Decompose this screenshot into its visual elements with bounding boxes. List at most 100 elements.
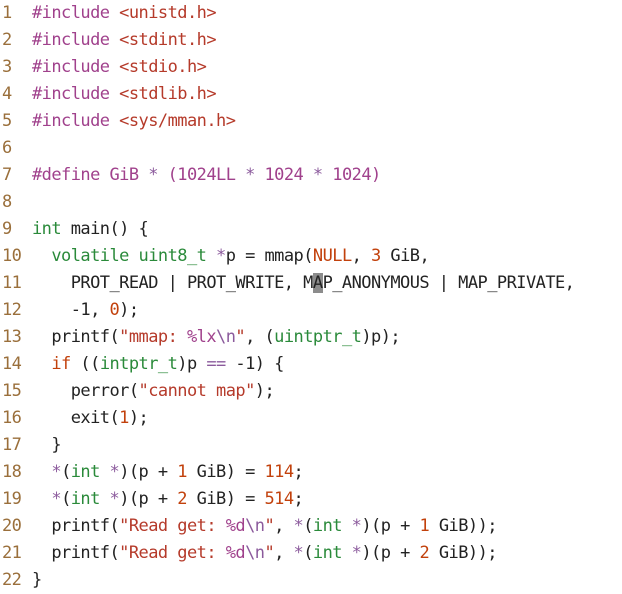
- line-number: 10: [2, 246, 22, 266]
- code-token: 0: [109, 300, 120, 320]
- code-text: }: [32, 432, 61, 459]
- code-token: }: [32, 435, 62, 455]
- code-token: 2: [419, 543, 430, 563]
- code-token: (: [61, 489, 71, 509]
- code-token: *: [51, 462, 62, 482]
- code-token: )(p +: [361, 543, 420, 563]
- code-token: )(p +: [119, 489, 178, 509]
- code-token: )p: [177, 354, 207, 374]
- code-token: ;: [293, 489, 304, 509]
- code-token: )(p +: [361, 516, 420, 536]
- line-number: 3: [2, 57, 12, 77]
- code-token: NULL: [312, 246, 352, 266]
- code-line[interactable]: 3 #include <stdio.h>: [0, 54, 207, 81]
- code-line[interactable]: 18 *(int *)(p + 1 GiB) = 114;: [0, 459, 304, 486]
- code-line[interactable]: 21 printf("Read get: %d\n", *(int *)(p +…: [0, 540, 497, 567]
- code-line[interactable]: 6: [0, 135, 32, 162]
- code-text: #define GiB * (1024LL * 1024 * 1024): [32, 162, 381, 189]
- code-line[interactable]: 19 *(int *)(p + 2 GiB) = 514;: [0, 486, 304, 513]
- code-token: int: [312, 543, 352, 563]
- code-line[interactable]: 5 #include <sys/mman.h>: [0, 108, 236, 135]
- code-line[interactable]: 8: [0, 189, 32, 216]
- code-token: <stdlib.h>: [119, 84, 217, 104]
- code-token: p = mmap(: [225, 246, 314, 266]
- code-token: <unistd.h>: [119, 3, 217, 23]
- code-text: int main() {: [32, 216, 149, 243]
- code-token: <stdio.h>: [119, 57, 207, 77]
- code-line[interactable]: 15 perror("cannot map");: [0, 378, 275, 405]
- code-token: P_ANONYMOUS | MAP_PRIVATE,: [322, 273, 575, 293]
- code-line[interactable]: 17 }: [0, 432, 62, 459]
- line-number: 20: [2, 516, 22, 536]
- code-token: 1024: [264, 165, 313, 185]
- code-text: printf("mmap: %lx\n", (uintptr_t)p);: [32, 324, 400, 351]
- code-token: *: [216, 246, 226, 266]
- code-text: printf("Read get: %d\n", *(int *)(p + 1 …: [32, 513, 497, 540]
- code-token: 1: [419, 516, 430, 536]
- line-number: 7: [2, 165, 12, 185]
- code-token: "Read get:: [119, 543, 226, 563]
- line-number: 6: [2, 138, 12, 158]
- code-token: ": [264, 543, 275, 563]
- code-token: GiB) =: [186, 462, 265, 482]
- code-text: #include <stdlib.h>: [32, 81, 217, 108]
- code-text: *(int *)(p + 1 GiB) = 114;: [32, 459, 303, 486]
- line-number: 18: [2, 462, 22, 482]
- code-token: \n: [245, 543, 265, 563]
- code-line[interactable]: 2 #include <stdint.h>: [0, 27, 217, 54]
- code-line[interactable]: 4 #include <stdlib.h>: [0, 81, 217, 108]
- code-line[interactable]: 16 exit(1);: [0, 405, 149, 432]
- code-text: volatile uint8_t *p = mmap(NULL, 3 GiB,: [32, 243, 429, 270]
- code-token: if: [51, 354, 71, 374]
- code-line[interactable]: 12 -1, 0);: [0, 297, 139, 324]
- code-token: printf(: [32, 516, 120, 536]
- code-token: (: [61, 462, 71, 482]
- code-token: int: [32, 219, 62, 239]
- code-token: ": [235, 327, 246, 347]
- code-token: );: [254, 381, 275, 401]
- code-line[interactable]: 9 int main() {: [0, 216, 149, 243]
- text-cursor: A: [312, 273, 323, 293]
- code-token: )p);: [361, 327, 401, 347]
- code-line[interactable]: 7 #define GiB * (1024LL * 1024 * 1024): [0, 162, 381, 189]
- code-token: ;: [293, 462, 304, 482]
- code-token: <stdint.h>: [119, 30, 217, 50]
- code-line[interactable]: 10 volatile uint8_t *p = mmap(NULL, 3 Gi…: [0, 243, 430, 270]
- code-line[interactable]: 11 PROT_READ | PROT_WRITE, MAP_ANONYMOUS…: [0, 270, 575, 297]
- line-number: 19: [2, 489, 22, 509]
- line-number: 12: [2, 300, 22, 320]
- code-token: *: [148, 165, 168, 185]
- code-token: (: [303, 543, 313, 563]
- code-token: ,: [351, 246, 372, 266]
- code-line[interactable]: 1 #include <unistd.h>: [0, 0, 217, 27]
- code-token: intptr_t: [99, 354, 178, 374]
- code-text: #include <sys/mman.h>: [32, 108, 236, 135]
- code-line[interactable]: 13 printf("mmap: %lx\n", (uintptr_t)p);: [0, 324, 401, 351]
- code-line[interactable]: 20 printf("Read get: %d\n", *(int *)(p +…: [0, 513, 497, 540]
- code-token: 114: [264, 462, 294, 482]
- code-token: #include: [32, 30, 120, 50]
- code-token: *: [293, 516, 304, 536]
- line-number: 13: [2, 327, 22, 347]
- code-token: PROT_READ | PROT_WRITE, M: [32, 273, 314, 293]
- line-number: 5: [2, 111, 12, 131]
- code-token: 3: [371, 246, 381, 266]
- code-editor[interactable]: 1 #include <unistd.h> 2 #include <stdint.h>…: [0, 0, 622, 591]
- code-token: 1: [177, 462, 187, 482]
- code-token: <sys/mman.h>: [119, 111, 236, 131]
- code-token: -1,: [32, 300, 110, 320]
- code-token: 1: [119, 408, 129, 428]
- code-token: 2: [177, 489, 187, 509]
- code-token: GiB: [109, 165, 149, 185]
- code-text: printf("Read get: %d\n", *(int *)(p + 2 …: [32, 540, 497, 567]
- code-line[interactable]: 22}: [0, 567, 42, 594]
- code-line[interactable]: 14 if ((intptr_t)p == -1) {: [0, 351, 284, 378]
- code-text: if ((intptr_t)p == -1) {: [32, 351, 284, 378]
- code-token: (: [167, 165, 178, 185]
- code-token: %d: [225, 516, 246, 536]
- code-token: ,: [274, 543, 294, 563]
- code-token: int: [70, 489, 110, 509]
